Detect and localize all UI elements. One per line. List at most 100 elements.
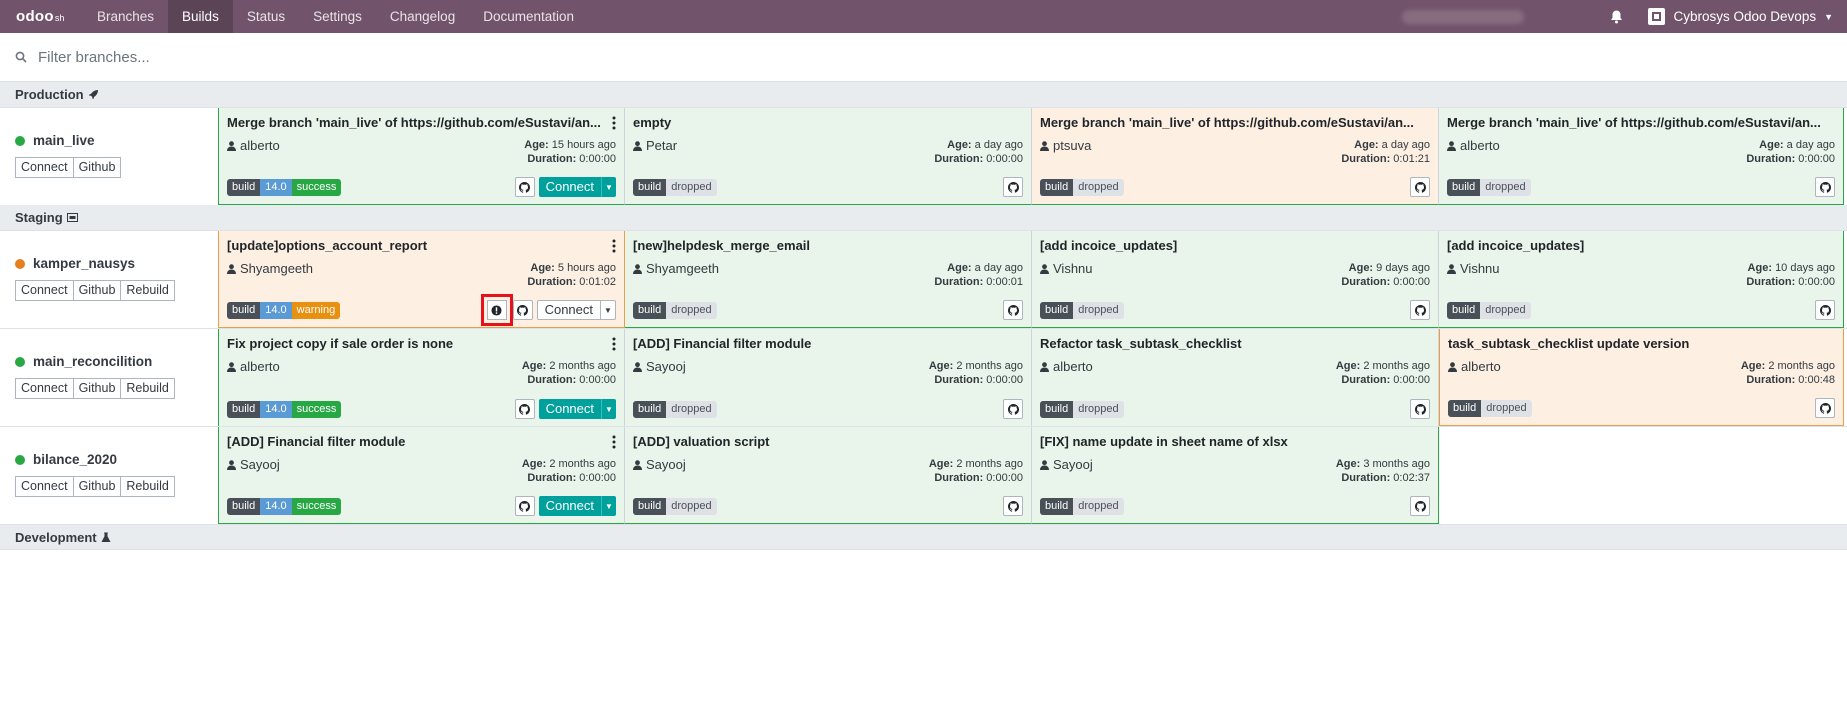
build-duration: 0:00:00 bbox=[986, 472, 1023, 484]
build-card[interactable]: [update]options_account_report Shyamgeet… bbox=[218, 231, 625, 328]
user-icon bbox=[1447, 140, 1456, 151]
screen-icon bbox=[66, 212, 78, 222]
github-button[interactable]: Github bbox=[73, 157, 122, 178]
github-icon[interactable] bbox=[1003, 399, 1023, 419]
github-icon[interactable] bbox=[514, 399, 535, 419]
build-title: [update]options_account_report bbox=[227, 238, 428, 253]
connect-button[interactable]: Connect bbox=[15, 157, 74, 178]
connect-button[interactable]: Connect bbox=[15, 476, 74, 497]
github-icon[interactable] bbox=[1410, 300, 1430, 320]
age-label: Age: bbox=[524, 139, 549, 151]
section-staging: Staging bbox=[0, 205, 1847, 231]
build-duration: 0:00:00 bbox=[579, 472, 616, 484]
branch-name[interactable]: bilance_2020 bbox=[33, 452, 117, 467]
github-button[interactable]: Github bbox=[73, 476, 122, 497]
nav-branches[interactable]: Branches bbox=[83, 0, 168, 33]
rebuild-button[interactable]: Rebuild bbox=[121, 476, 175, 497]
connect-button[interactable]: Connect bbox=[15, 378, 74, 399]
github-icon[interactable] bbox=[1815, 398, 1835, 418]
top-navbar: odoo sh Branches Builds Status Settings C… bbox=[0, 0, 1847, 33]
build-age: a day ago bbox=[1786, 139, 1835, 151]
build-card[interactable]: Merge branch 'main_live' of https://gith… bbox=[1439, 108, 1844, 205]
odoo-sh-logo[interactable]: odoo sh bbox=[0, 8, 83, 25]
github-button[interactable]: Github bbox=[73, 280, 122, 301]
github-icon[interactable] bbox=[1410, 399, 1430, 419]
build-author: Sayooj bbox=[646, 457, 686, 472]
build-status-badges: build dropped bbox=[633, 498, 717, 515]
build-title: [ADD] Financial filter module bbox=[633, 336, 812, 351]
flask-icon bbox=[101, 532, 111, 542]
nav-status[interactable]: Status bbox=[233, 0, 299, 33]
connect-dropdown-button[interactable]: Connect ▼ bbox=[538, 177, 616, 197]
build-card[interactable]: [add incoice_updates] Vishnu Age: 10 day… bbox=[1439, 231, 1844, 328]
github-icon[interactable] bbox=[1410, 496, 1430, 516]
kebab-menu-icon[interactable] bbox=[612, 337, 616, 351]
rebuild-button[interactable]: Rebuild bbox=[121, 378, 175, 399]
build-card[interactable]: [ADD] Financial filter module Sayooj Age… bbox=[218, 427, 625, 524]
section-title: Staging bbox=[15, 210, 63, 225]
connect-dropdown-button[interactable]: Connect ▼ bbox=[536, 300, 616, 320]
build-author: alberto bbox=[240, 359, 280, 374]
chevron-down-icon: ▼ bbox=[601, 177, 616, 197]
branch-name[interactable]: main_live bbox=[33, 133, 95, 148]
connect-button[interactable]: Connect bbox=[15, 280, 74, 301]
branch-name[interactable]: kamper_nausys bbox=[33, 256, 135, 271]
github-icon[interactable] bbox=[514, 496, 535, 516]
nav-builds[interactable]: Builds bbox=[168, 0, 233, 33]
github-icon[interactable] bbox=[1815, 177, 1835, 197]
github-icon[interactable] bbox=[1003, 496, 1023, 516]
kebab-menu-icon[interactable] bbox=[612, 116, 616, 130]
kebab-menu-icon[interactable] bbox=[612, 239, 616, 253]
kebab-menu-icon[interactable] bbox=[612, 435, 616, 449]
user-icon bbox=[227, 459, 236, 470]
nav-settings[interactable]: Settings bbox=[299, 0, 376, 33]
github-button[interactable]: Github bbox=[73, 378, 122, 399]
exclamation-circle-icon[interactable] bbox=[480, 294, 513, 326]
build-age: 2 months ago bbox=[549, 360, 616, 372]
build-card[interactable]: [ADD] valuation script Sayooj Age: 2 mon… bbox=[625, 427, 1032, 524]
rebuild-button[interactable]: Rebuild bbox=[121, 280, 175, 301]
branch-name[interactable]: main_reconcilition bbox=[33, 354, 152, 369]
build-title: [ADD] valuation script bbox=[633, 434, 770, 449]
user-icon bbox=[227, 361, 236, 372]
connect-dropdown-button[interactable]: Connect ▼ bbox=[538, 496, 616, 516]
github-icon[interactable] bbox=[1003, 177, 1023, 197]
build-duration: 0:01:02 bbox=[579, 276, 616, 288]
github-icon[interactable] bbox=[512, 300, 533, 320]
filter-bar bbox=[0, 33, 1847, 82]
build-status-badges: build dropped bbox=[633, 401, 717, 418]
user-menu[interactable]: Cybrosys Odoo Devops ▼ bbox=[1647, 8, 1833, 25]
status-dot bbox=[15, 258, 25, 269]
github-icon[interactable] bbox=[1003, 300, 1023, 320]
user-icon bbox=[1040, 263, 1049, 274]
nav-documentation[interactable]: Documentation bbox=[469, 0, 588, 33]
build-card[interactable]: empty Petar Age: a day ago Duration: 0:00… bbox=[625, 108, 1032, 205]
search-icon bbox=[15, 51, 27, 63]
github-icon[interactable] bbox=[514, 177, 535, 197]
build-title: [ADD] Financial filter module bbox=[227, 434, 406, 449]
nav-changelog[interactable]: Changelog bbox=[376, 0, 469, 33]
build-card[interactable]: Merge branch 'main_live' of https://gith… bbox=[218, 108, 625, 205]
branch-info: main_live Connect Github bbox=[0, 108, 218, 205]
build-card[interactable]: [new]helpdesk_merge_email Shyamgeeth Age… bbox=[625, 231, 1032, 328]
github-icon[interactable] bbox=[1410, 177, 1430, 197]
build-card[interactable]: Merge branch 'main_live' of https://gith… bbox=[1032, 108, 1439, 205]
branch-row: main_reconcilition Connect Github Rebuil… bbox=[0, 329, 1847, 426]
build-author: Shyamgeeth bbox=[240, 261, 313, 276]
build-title: empty bbox=[633, 115, 672, 130]
build-card[interactable]: [ADD] Financial filter module Sayooj Age… bbox=[625, 329, 1032, 426]
build-age: 2 months ago bbox=[1363, 360, 1430, 372]
bell-icon[interactable] bbox=[1608, 8, 1626, 26]
filter-branches-input[interactable] bbox=[36, 47, 636, 67]
build-card[interactable]: [add incoice_updates] Vishnu Age: 9 days… bbox=[1032, 231, 1439, 328]
build-card[interactable]: task_subtask_checklist update version al… bbox=[1439, 329, 1844, 426]
build-duration: 0:00:00 bbox=[1798, 153, 1835, 165]
build-card[interactable]: [FIX] name update in sheet name of xlsx … bbox=[1032, 427, 1439, 524]
build-duration: 0:00:00 bbox=[1393, 276, 1430, 288]
connect-dropdown-button[interactable]: Connect ▼ bbox=[538, 399, 616, 419]
section-development: Development bbox=[0, 524, 1847, 550]
build-age: 2 months ago bbox=[1768, 360, 1835, 372]
build-card[interactable]: Fix project copy if sale order is none a… bbox=[218, 329, 625, 426]
github-icon[interactable] bbox=[1815, 300, 1835, 320]
build-card[interactable]: Refactor task_subtask_checklist alberto … bbox=[1032, 329, 1439, 426]
